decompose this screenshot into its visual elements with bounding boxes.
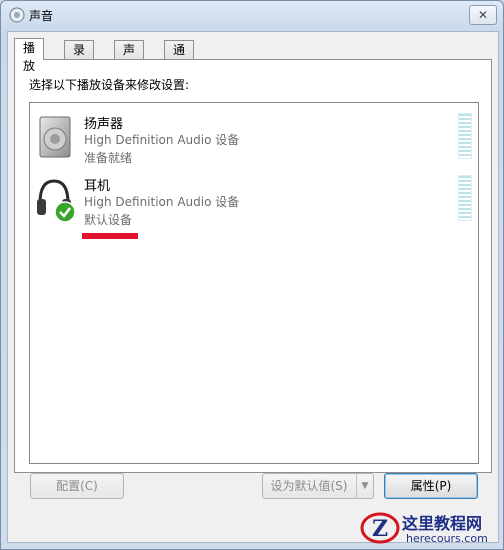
device-description: High Definition Audio 设备: [84, 195, 240, 209]
site-watermark: Z 这里教程网 herecours.com: [356, 506, 504, 550]
playback-panel: 选择以下播放设备来修改设置: 扬声器 High Definition Audio…: [14, 59, 492, 473]
device-status: 默认设备: [84, 213, 133, 227]
watermark-title: 这里教程网: [402, 514, 483, 533]
configure-button[interactable]: 配置(C): [30, 473, 124, 499]
window-title: 声音: [29, 9, 54, 23]
properties-button[interactable]: 属性(P): [384, 473, 478, 499]
red-highlight-underline: [82, 233, 138, 239]
sound-icon: [9, 7, 25, 23]
device-status: 准备就绪: [84, 151, 133, 165]
set-default-button[interactable]: 设为默认值(S) ▼: [262, 473, 374, 499]
dialog-client: 播放 录制 声音 通信 选择以下播放设备来修改设置:: [7, 31, 499, 543]
volume-level-meter: [458, 175, 472, 221]
close-button[interactable]: ✕: [469, 5, 497, 25]
instruction-label: 选择以下播放设备来修改设置:: [29, 78, 190, 92]
title-bar[interactable]: 声音 ✕: [1, 1, 503, 29]
watermark-url: herecours.com: [406, 532, 488, 545]
device-name: 耳机: [84, 179, 111, 194]
svg-text:Z: Z: [372, 516, 388, 542]
device-list[interactable]: 扬声器 High Definition Audio 设备 准备就绪 耳机 Hig…: [29, 102, 479, 464]
watermark-logo-icon: Z: [360, 512, 400, 544]
volume-level-meter: [458, 113, 472, 159]
green-check-icon: [54, 201, 76, 223]
tab-playback[interactable]: 播放: [14, 38, 45, 73]
tab-communications[interactable]: 通信: [164, 40, 195, 75]
device-item-speakers[interactable]: 扬声器 High Definition Audio 设备 准备就绪: [30, 109, 478, 169]
tab-sounds[interactable]: 声音: [114, 40, 145, 75]
close-icon: ✕: [477, 8, 489, 22]
chevron-down-icon[interactable]: ▼: [356, 474, 373, 498]
sound-dialog: 声音 ✕ 播放 录制 声音 通信 选择以下播放设备来修改设置:: [0, 0, 504, 550]
device-name: 扬声器: [84, 117, 124, 132]
tab-recording[interactable]: 录制: [64, 40, 95, 75]
device-description: High Definition Audio 设备: [84, 133, 240, 147]
set-default-label: 设为默认值(S): [270, 479, 348, 493]
speaker-icon: [39, 116, 71, 158]
device-item-headphones[interactable]: 耳机 High Definition Audio 设备 默认设备: [30, 171, 478, 231]
